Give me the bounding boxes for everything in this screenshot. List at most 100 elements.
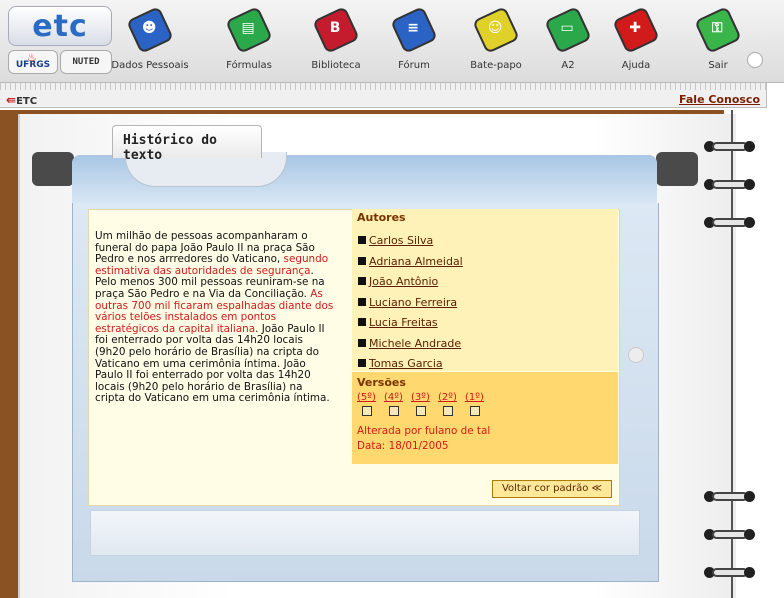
ring-hole: [744, 491, 755, 502]
ring-hole: [744, 217, 755, 228]
nav-icon-glyph: ▭: [560, 20, 574, 37]
author-item[interactable]: Adriana Almeidal: [358, 255, 463, 268]
nav-item-8[interactable]: ⚿ Sair: [690, 6, 746, 76]
author-item[interactable]: Luciano Ferreira: [358, 296, 457, 309]
contact-link[interactable]: Fale Conosco: [679, 93, 760, 106]
back-to-etc-link[interactable]: ⇚ETC: [6, 93, 37, 107]
nav-item-label: Dados Pessoais: [111, 60, 189, 71]
nav-icon-glyph: B: [329, 20, 341, 37]
page-title: Histórico do texto: [123, 133, 217, 163]
authors-box: Autores Carlos Silva Adriana Almeidal João…: [352, 209, 618, 371]
folder-tab: Histórico do texto: [112, 125, 262, 163]
top-toolbar: etc ♨ UFRGS NUTED ☻ Dados Pessoais ▤ Fórmula…: [0, 0, 784, 83]
ring-band: [712, 218, 748, 227]
forum-icon: ≡: [390, 6, 438, 54]
ring-hole: [744, 179, 755, 190]
author-name: Tomas Garcia: [369, 357, 443, 370]
binder-ring: [704, 490, 756, 504]
nav-item-label: Fórmulas: [226, 60, 272, 71]
nav-item-label: Bate-papo: [470, 60, 522, 71]
save-icon[interactable]: [389, 406, 399, 416]
versions-title: Versões: [357, 376, 406, 389]
version-link[interactable]: (1º): [465, 392, 484, 403]
exit-icon: ⚿: [694, 6, 742, 54]
author-item[interactable]: João Antônio: [358, 275, 438, 288]
ring-band: [712, 530, 748, 539]
save-icon[interactable]: [416, 406, 426, 416]
nav-icon-glyph: ☺: [487, 20, 503, 37]
nav-item-7[interactable]: ✚ Ajuda: [606, 6, 666, 76]
ring-hole: [744, 141, 755, 152]
authors-title: Autores: [357, 211, 406, 224]
formulas-icon: ▤: [225, 6, 273, 54]
nav-item-4[interactable]: ≡ Fórum: [381, 6, 447, 76]
author-name: Adriana Almeidal: [369, 254, 463, 268]
author-item[interactable]: Carlos Silva: [358, 234, 433, 247]
bullet-icon: [358, 338, 366, 347]
ring-hole: [744, 567, 755, 578]
a2-icon: ▭: [544, 6, 592, 54]
nav-item-label: Ajuda: [621, 60, 651, 71]
text-segment: Um milhão de pessoas acompanharam o fune…: [95, 230, 315, 266]
nav-item-3[interactable]: B Biblioteca: [300, 6, 372, 76]
nav-item-1[interactable]: ☻ Dados Pessoais: [106, 6, 194, 76]
author-name: João Antônio: [369, 275, 439, 288]
nav-item-label: Biblioteca: [311, 60, 361, 71]
nav-item-label: Sair: [708, 60, 728, 71]
binder-ring: [704, 140, 756, 154]
ring-hole: [744, 529, 755, 540]
author-item[interactable]: Michele Andrade: [358, 337, 461, 350]
author-name: Luciano Ferreira: [369, 295, 458, 309]
save-icon[interactable]: [470, 406, 480, 416]
binder-ring: [704, 528, 756, 542]
version-link[interactable]: (4º): [384, 392, 403, 403]
nav-item-6[interactable]: ▭ A2: [540, 6, 596, 76]
personal-data-icon: ☻: [126, 6, 174, 54]
chat-icon: ☺: [472, 6, 520, 54]
folder-clip-right: [656, 152, 698, 186]
versions-box: Versões (5º) (4º) (3º) (2º) (1º) Alterada po…: [352, 372, 618, 464]
ring-band: [712, 492, 748, 501]
version-changed-by: Alterada por fulano de tal: [357, 425, 491, 437]
nuted-logo-text: NUTED: [72, 57, 100, 67]
bullet-icon: [358, 297, 366, 306]
folder-side-knob[interactable]: [628, 347, 644, 363]
nav-icon-glyph: ▤: [241, 20, 255, 37]
text-content: Um milhão de pessoas acompanharam o fune…: [95, 230, 335, 405]
save-icon[interactable]: [362, 406, 372, 416]
nav-icon-glyph: ☻: [141, 20, 157, 37]
nuted-logo[interactable]: NUTED: [60, 50, 112, 74]
author-item[interactable]: Lucia Freitas: [358, 316, 438, 329]
reset-color-button[interactable]: Voltar cor padrão ≪: [492, 480, 612, 498]
nav-icon-glyph: ⚿: [711, 20, 723, 37]
nav-item-label: A2: [561, 60, 575, 71]
author-name: Lucia Freitas: [369, 316, 438, 329]
nav-icon-glyph: ✚: [629, 20, 642, 37]
author-item[interactable]: Tomas Garcia: [358, 357, 443, 370]
version-link[interactable]: (5º): [357, 392, 376, 403]
back-arrow-icon: ⇚: [6, 93, 17, 107]
toolbar-round-button[interactable]: [747, 52, 763, 68]
bullet-icon: [358, 318, 366, 326]
ruler: [0, 83, 766, 90]
binder-ring: [704, 566, 756, 580]
text-segment: . João Paulo II foi enterrado por volta …: [95, 322, 330, 405]
nav-icon-glyph: ≡: [407, 20, 420, 37]
save-icon[interactable]: [443, 406, 453, 416]
nav-item-2[interactable]: ▤ Fórmulas: [214, 6, 284, 76]
version-link[interactable]: (3º): [411, 392, 430, 403]
binder-ring: [704, 178, 756, 192]
nav-item-5[interactable]: ☺ Bate-papo: [459, 6, 533, 76]
version-link[interactable]: (2º): [438, 392, 457, 403]
folder-bottom-strip: [90, 510, 640, 556]
bullet-icon: [358, 277, 366, 285]
back-link-label: ETC: [16, 96, 38, 107]
etc-logo-text: etc: [32, 9, 88, 44]
ring-band: [712, 142, 748, 151]
bullet-icon: [358, 256, 366, 265]
binder-ring: [704, 216, 756, 230]
ufrgs-logo[interactable]: ♨ UFRGS: [8, 50, 58, 74]
etc-logo[interactable]: etc: [8, 6, 112, 46]
author-name: Carlos Silva: [369, 234, 434, 247]
sidebar-panel: Autores Carlos Silva Adriana Almeidal João…: [352, 209, 618, 504]
